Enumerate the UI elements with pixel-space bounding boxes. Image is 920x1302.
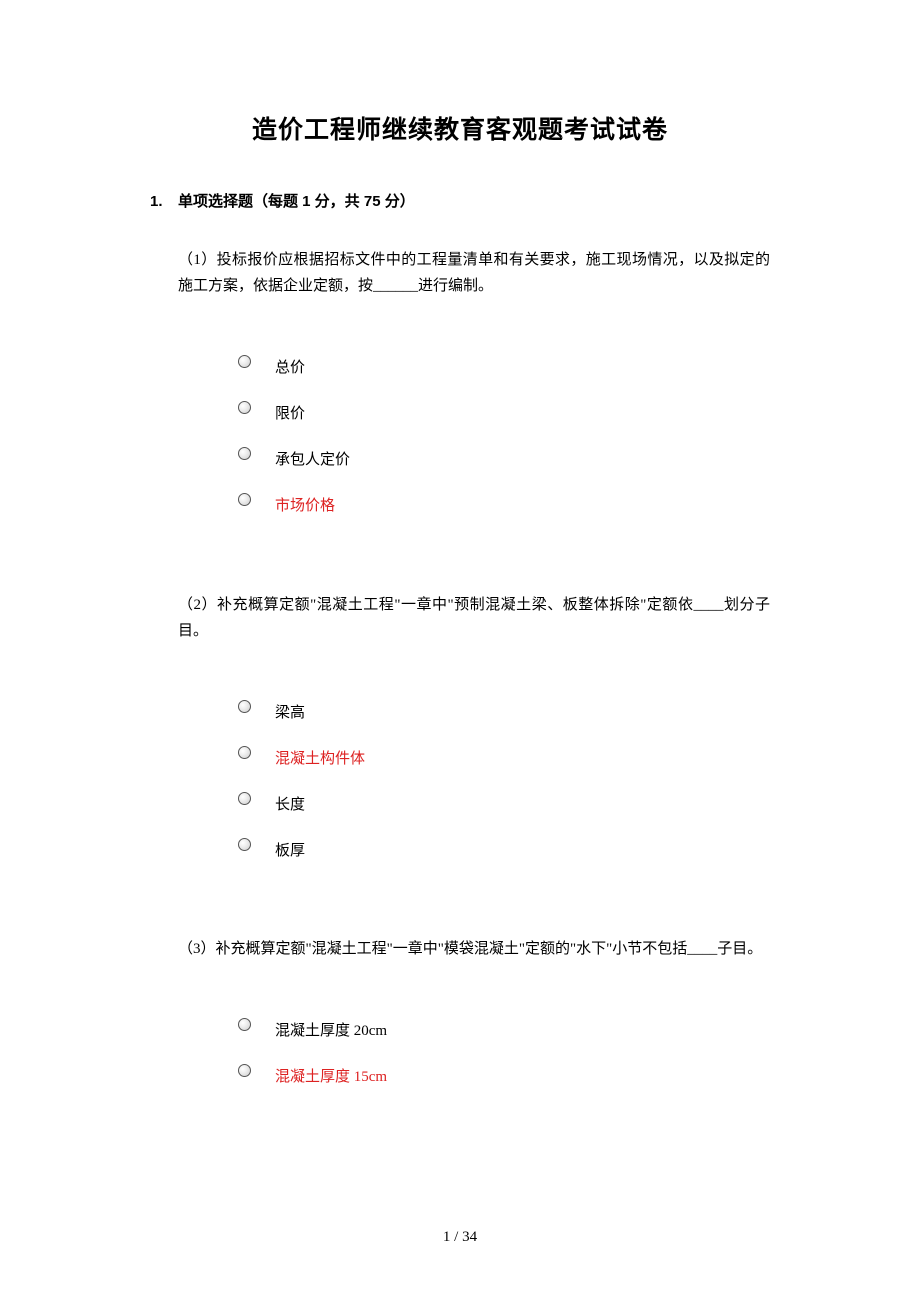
section-number: 1.: [150, 193, 178, 210]
radio-icon[interactable]: [238, 401, 251, 414]
option-row: 总价: [238, 350, 770, 374]
option-label: 混凝土厚度 20cm: [275, 1019, 387, 1040]
option-label: 板厚: [275, 839, 305, 860]
page-title: 造价工程师继续教育客观题考试试卷: [150, 110, 770, 146]
option-label: 混凝土构件体: [275, 747, 365, 768]
option-row: 承包人定价: [238, 442, 770, 466]
question-3-text: （3）补充概算定额"混凝土工程"一章中"模袋混凝土"定额的"水下"小节不包括__…: [178, 936, 770, 962]
radio-icon[interactable]: [238, 447, 251, 460]
page-separator: /: [450, 1229, 462, 1245]
radio-icon[interactable]: [238, 792, 251, 805]
page-footer: 1 / 34: [0, 1229, 920, 1246]
option-row: 混凝土厚度 20cm: [238, 1012, 770, 1036]
option-label: 市场价格: [275, 494, 335, 515]
option-row: 市场价格: [238, 488, 770, 512]
radio-icon[interactable]: [238, 355, 251, 368]
radio-icon[interactable]: [238, 493, 251, 506]
question-2-options: 梁高 混凝土构件体 长度 板厚: [238, 694, 770, 856]
option-label: 梁高: [275, 701, 305, 722]
question-3-options: 混凝土厚度 20cm 混凝土厚度 15cm: [238, 1012, 770, 1082]
option-label: 混凝土厚度 15cm: [275, 1065, 387, 1086]
option-row: 混凝土厚度 15cm: [238, 1058, 770, 1082]
radio-icon[interactable]: [238, 838, 251, 851]
option-row: 限价: [238, 396, 770, 420]
radio-icon[interactable]: [238, 1064, 251, 1077]
option-label: 承包人定价: [275, 448, 350, 469]
option-row: 梁高: [238, 694, 770, 718]
section-heading: 单项选择题（每题 1 分，共 75 分）: [178, 193, 415, 210]
question-1-options: 总价 限价 承包人定价 市场价格: [238, 350, 770, 512]
section-header: 1.单项选择题（每题 1 分，共 75 分）: [150, 190, 770, 211]
radio-icon[interactable]: [238, 746, 251, 759]
total-pages: 34: [462, 1229, 477, 1245]
radio-icon[interactable]: [238, 1018, 251, 1031]
question-1-text: （1）投标报价应根据招标文件中的工程量清单和有关要求，施工现场情况，以及拟定的施…: [178, 247, 770, 300]
option-row: 长度: [238, 786, 770, 810]
radio-icon[interactable]: [238, 700, 251, 713]
option-label: 长度: [275, 793, 305, 814]
option-row: 混凝土构件体: [238, 740, 770, 764]
option-label: 总价: [275, 356, 305, 377]
option-row: 板厚: [238, 832, 770, 856]
question-2-text: （2）补充概算定额"混凝土工程"一章中"预制混凝土梁、板整体拆除"定额依____…: [178, 592, 770, 645]
option-label: 限价: [275, 402, 305, 423]
